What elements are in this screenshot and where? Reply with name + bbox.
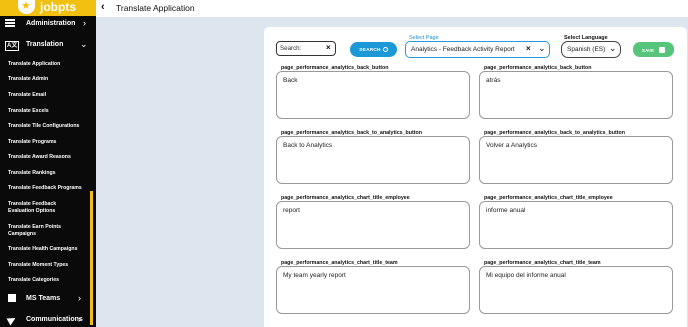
chevron-down-icon: ⌄ [80, 39, 88, 49]
sidebar-subitem-translate-rankings[interactable]: Translate Rankings [8, 170, 88, 177]
source-text: Back [283, 77, 298, 84]
translation-text-field[interactable]: Volver a Analytics [479, 136, 673, 184]
translation-text: informe anual [486, 207, 526, 214]
send-icon [6, 314, 18, 326]
select-page-value: Analytics - Feedback Activity Report [411, 46, 515, 53]
page-title: Translate Application [116, 3, 195, 13]
save-disk-icon [659, 46, 666, 53]
sidebar-subitem-translate-earn-points-campaigns[interactable]: Translate Earn Points Campaigns [8, 224, 64, 237]
search-button-label: SEARCH [359, 47, 381, 53]
sidebar-item-translation[interactable]: A文 Translation ⌄ [0, 38, 96, 52]
source-text-field[interactable]: Back [276, 71, 470, 119]
sidebar: ★ jobpts Administration › A文 Translation… [0, 0, 96, 327]
source-text-field[interactable]: My team yearly report [276, 266, 470, 314]
source-text: report [283, 207, 300, 214]
sidebar-subitem-translate-categories[interactable]: Translate Categories [8, 277, 88, 284]
sidebar-subitem-translate-award-reasons[interactable]: Translate Award Reasons [8, 154, 88, 161]
chevron-down-icon[interactable]: ⌄ [538, 43, 546, 54]
sidebar-subitem-translate-health-campaigns[interactable]: Translate Health Campaigns [8, 246, 88, 253]
save-button[interactable]: SAVE [633, 42, 674, 57]
chevron-right-icon: › [78, 314, 81, 324]
chevron-down-icon: ⌄ [609, 43, 617, 53]
sidebar-subitem-translate-application[interactable]: Translate Application [8, 61, 88, 68]
back-arrow-icon[interactable]: ‹ [101, 1, 105, 14]
clear-selection-icon[interactable]: × [526, 44, 531, 54]
search-button[interactable]: SEARCH [350, 42, 397, 57]
sidebar-item-label: Administration [26, 20, 76, 27]
source-text-field[interactable]: Back to Analytics [276, 136, 470, 184]
ms-teams-icon [8, 294, 16, 302]
translation-text-field[interactable]: atrás [479, 71, 673, 119]
page-header: ‹ Translate Application [96, 0, 688, 17]
translate-icon: A文 [5, 41, 20, 51]
chevron-right-icon: › [83, 18, 86, 28]
translation-card: × SEARCH Select Page Analytics - Feedbac… [264, 27, 687, 327]
sidebar-subitem-translate-moment-types[interactable]: Translate Moment Types [8, 262, 88, 269]
sidebar-item-communications[interactable]: Communications › [0, 314, 96, 327]
sliders-icon [5, 19, 15, 27]
brand-logo-text: jobpts [40, 0, 76, 14]
sidebar-item-ms-teams[interactable]: MS Teams › [0, 292, 96, 306]
translation-text-field[interactable]: Mi equipo del informe anual [479, 266, 673, 314]
translation-text: atrás [486, 77, 501, 84]
translation-text-field[interactable]: informe anual [479, 201, 673, 249]
sidebar-subitem-translate-feedback-evaluation-options[interactable]: Translate Feedback Evaluation Options [8, 201, 68, 214]
sidebar-item-label: Translation [26, 41, 64, 48]
source-text: My team yearly report [283, 272, 346, 279]
source-text: Back to Analytics [283, 142, 333, 149]
translation-text: Volver a Analytics [486, 142, 537, 149]
sidebar-subitem-translate-tile-configurations[interactable]: Translate Tile Configurations [8, 123, 88, 130]
sidebar-subitem-translate-feedback-programs[interactable]: Translate Feedback Programs [8, 185, 88, 192]
translation-text: Mi equipo del informe anual [486, 272, 566, 279]
save-button-label: SAVE [641, 47, 655, 53]
search-input[interactable] [280, 44, 324, 53]
chevron-right-icon: › [78, 293, 81, 303]
logo-bar: ★ jobpts [0, 0, 96, 16]
sidebar-item-label: MS Teams [26, 295, 61, 302]
search-icon [382, 46, 388, 52]
star-logo-icon: ★ [18, 0, 35, 14]
sidebar-item-label: Communications [26, 316, 83, 323]
source-text-field[interactable]: report [276, 201, 470, 249]
select-language-dropdown[interactable]: Spanish (ES) ⌄ [561, 41, 621, 58]
sidebar-subitem-translate-email[interactable]: Translate Email [8, 92, 88, 99]
sidebar-subitem-translate-excels[interactable]: Translate Excels [8, 108, 88, 115]
sidebar-subitem-translate-admin[interactable]: Translate Admin [8, 76, 88, 83]
sidebar-subitem-translate-programs[interactable]: Translate Programs [8, 139, 88, 146]
select-page-dropdown[interactable]: Analytics - Feedback Activity Report × ⌄ [405, 41, 550, 58]
search-field[interactable]: × [276, 41, 336, 56]
sidebar-item-administration[interactable]: Administration › [0, 16, 96, 32]
clear-search-icon[interactable]: × [326, 43, 331, 53]
select-language-value: Spanish (ES) [567, 46, 606, 53]
